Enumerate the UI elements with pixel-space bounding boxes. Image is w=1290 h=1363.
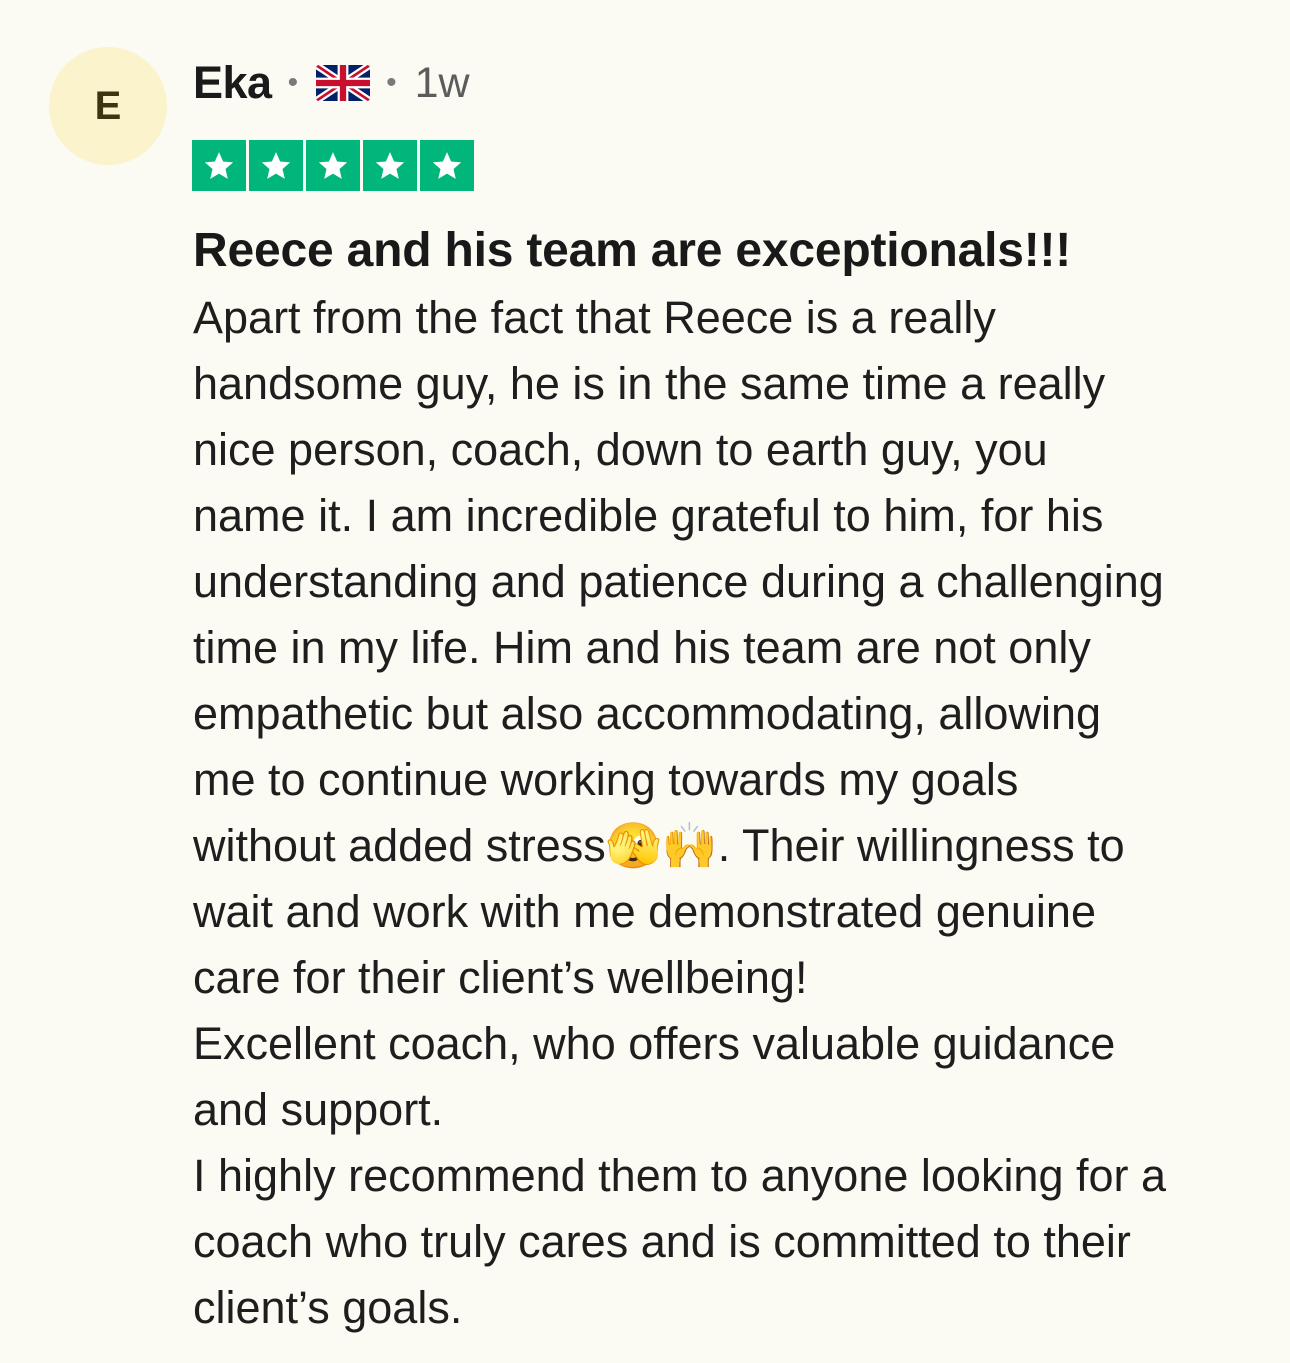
avatar[interactable]: E bbox=[49, 47, 167, 165]
review-body-line: name it. I am incredible grateful to him… bbox=[193, 490, 1104, 541]
review-body-line: without added stress🫣🙌. Their willingnes… bbox=[193, 820, 1125, 871]
uk-flag-icon bbox=[316, 65, 371, 101]
review-card: E Eka • • 1w Reece and his team are exce… bbox=[0, 0, 1290, 1363]
star-icon bbox=[192, 140, 246, 191]
review-body-line: empathetic but also accommodating, allow… bbox=[193, 688, 1101, 739]
review-body-line: I highly recommend them to anyone lookin… bbox=[193, 1150, 1167, 1201]
star-rating bbox=[192, 140, 474, 191]
review-body-line: understanding and patience during a chal… bbox=[193, 556, 1164, 607]
star-icon bbox=[363, 140, 417, 191]
review-body-line: nice person, coach, down to earth guy, y… bbox=[193, 424, 1048, 475]
review-header: Eka • • 1w bbox=[193, 54, 470, 112]
review-body-line: and support. bbox=[193, 1084, 444, 1135]
star-icon bbox=[249, 140, 303, 191]
review-body-line: coach who truly cares and is committed t… bbox=[193, 1216, 1131, 1267]
star-icon bbox=[306, 140, 360, 191]
separator-dot: • bbox=[386, 66, 397, 99]
separator-dot: • bbox=[287, 66, 299, 99]
author-name[interactable]: Eka bbox=[193, 57, 272, 109]
review-age: 1w bbox=[414, 58, 470, 107]
review-body-line: Apart from the fact that Reece is a real… bbox=[193, 292, 996, 343]
review-body-line: care for their client’s wellbeing! bbox=[193, 952, 808, 1003]
review-body-line: handsome guy, he is in the same time a r… bbox=[193, 358, 1106, 409]
review-body-line: me to continue working towards my goals bbox=[193, 754, 1019, 805]
review-title[interactable]: Reece and his team are exceptionals!!! bbox=[193, 222, 1071, 280]
review-body: Apart from the fact that Reece is a real… bbox=[193, 285, 1273, 1341]
review-body-line: wait and work with me demonstrated genui… bbox=[193, 886, 1096, 937]
review-body-line: Excellent coach, who offers valuable gui… bbox=[193, 1018, 1116, 1069]
star-icon bbox=[420, 140, 474, 191]
avatar-initial: E bbox=[94, 83, 122, 128]
review-body-line: time in my life. Him and his team are no… bbox=[193, 622, 1091, 673]
review-body-line: client’s goals. bbox=[193, 1282, 463, 1333]
